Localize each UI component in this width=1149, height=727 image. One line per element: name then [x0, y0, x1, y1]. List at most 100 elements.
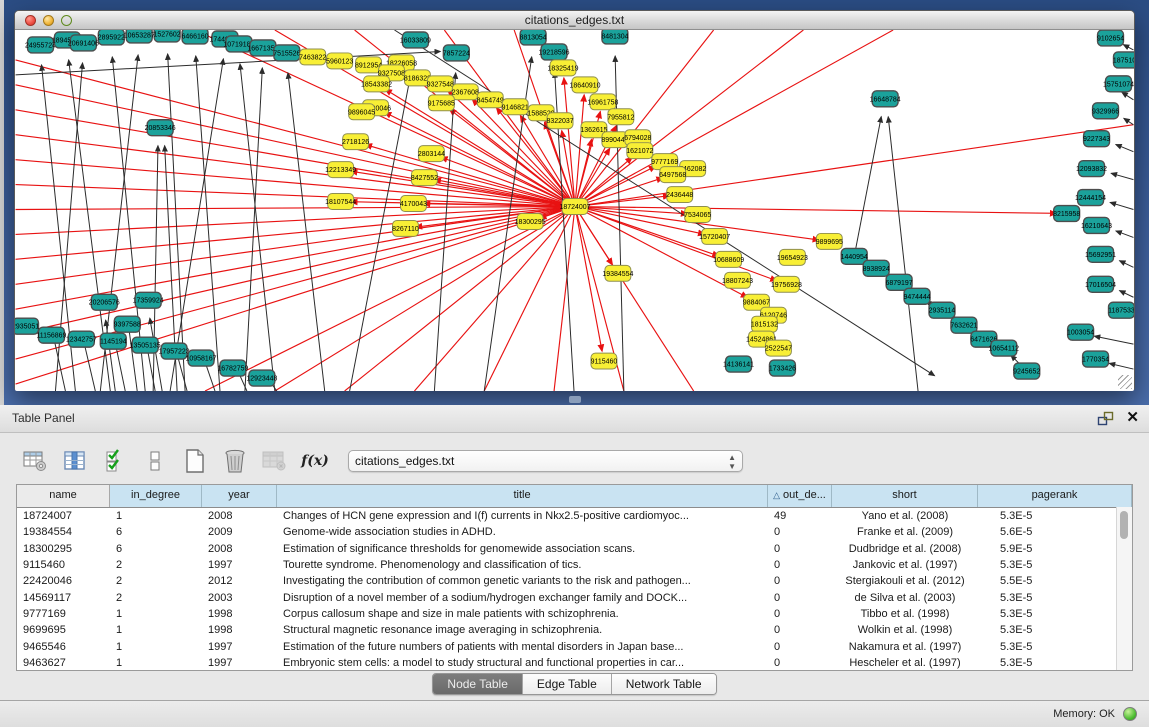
graph-node[interactable]: 20853346 [145, 120, 176, 136]
table-cell[interactable]: 18300295 [17, 543, 110, 555]
column-header-title[interactable]: title [277, 485, 768, 507]
table-row[interactable]: 969969511998Structural magnetic resonanc… [17, 622, 1132, 638]
new-file-icon[interactable] [180, 446, 210, 476]
graph-svg[interactable]: 2495572418945003206914062895922106532871… [15, 30, 1134, 391]
table-cell[interactable]: Franke et al. (2009) [832, 526, 978, 538]
graph-node[interactable]: 18543382 [361, 76, 392, 92]
table-cell[interactable]: Investigating the contribution of common… [277, 575, 768, 587]
graph-node[interactable]: 12093832 [1076, 161, 1107, 177]
table-cell[interactable]: 0 [768, 657, 832, 669]
column-header-pagerank[interactable]: pagerank [978, 485, 1132, 507]
graph-node[interactable]: 1621072 [626, 143, 653, 159]
graph-node[interactable]: 7463822 [299, 49, 326, 65]
table-cell[interactable]: Tourette syndrome. Phenomenology and cla… [277, 559, 768, 571]
column-header-name[interactable]: name [17, 485, 110, 507]
graph-node[interactable]: 18724007 [559, 199, 590, 215]
table-row[interactable]: 911546021997Tourette syndrome. Phenomeno… [17, 557, 1132, 573]
table-cell[interactable]: 9465546 [17, 641, 110, 653]
graph-node[interactable]: 8267110 [392, 220, 419, 236]
graph-node[interactable]: 7534065 [684, 207, 711, 223]
close-panel-icon[interactable]: ✕ [1126, 409, 1139, 427]
graph-node[interactable]: 2803144 [418, 146, 445, 162]
table-cell[interactable]: 0 [768, 592, 832, 604]
graph-node[interactable]: 8322037 [546, 113, 573, 129]
table-row[interactable]: 1830029562008Estimation of significance … [17, 541, 1132, 557]
select-all-icon[interactable] [100, 446, 130, 476]
graph-node[interactable]: 19218596 [539, 44, 570, 60]
graph-node[interactable]: 14136141 [723, 356, 754, 372]
graph-node[interactable]: 12444154 [1075, 190, 1106, 206]
table-cell[interactable]: Nakamura et al. (1997) [832, 641, 978, 653]
graph-nodes[interactable]: 2495572418945003206914062895922106532871… [15, 30, 1134, 386]
table-cell[interactable]: 2009 [202, 526, 277, 538]
graph-node[interactable]: 9245652 [1013, 363, 1040, 379]
table-cell[interactable]: 0 [768, 526, 832, 538]
table-cell[interactable]: 6 [110, 543, 202, 555]
table-cell[interactable]: 1 [110, 641, 202, 653]
table-cell[interactable]: 5.3E-5 [978, 559, 1132, 571]
table-scrollbar[interactable] [1116, 507, 1132, 670]
memory-ok-indicator-icon[interactable] [1123, 707, 1137, 721]
graph-node[interactable]: 19384554 [602, 265, 633, 281]
table-cell[interactable]: Genome-wide association studies in ADHD. [277, 526, 768, 538]
graph-node[interactable]: 9474444 [903, 288, 930, 304]
graph-node[interactable]: 8481304 [601, 30, 628, 44]
graph-node[interactable]: 9397588 [114, 316, 141, 332]
graph-node[interactable]: 10654112 [989, 340, 1020, 356]
graph-node[interactable]: 2718126 [342, 134, 369, 150]
network-canvas[interactable]: 2495572418945003206914062895922106532871… [15, 30, 1134, 391]
splitter-handle[interactable] [569, 396, 581, 403]
graph-node[interactable]: 4170043 [400, 196, 427, 212]
graph-node[interactable]: 1527602 [154, 30, 181, 42]
table-row[interactable]: 946554611997Estimation of the future num… [17, 638, 1132, 654]
table-cell[interactable]: 22420046 [17, 575, 110, 587]
table-cell[interactable]: 2012 [202, 575, 277, 587]
graph-node[interactable]: 9175685 [428, 95, 455, 111]
table-row[interactable]: 1938455462009Genome-wide association stu… [17, 524, 1132, 540]
graph-node[interactable]: 9329966 [1092, 103, 1119, 119]
graph-node[interactable]: 5960123 [326, 53, 353, 69]
graph-node[interactable]: 8813054 [520, 30, 547, 45]
graph-node[interactable]: 9327548 [427, 76, 454, 92]
graph-node[interactable]: 8215958 [1053, 206, 1080, 222]
graph-node[interactable]: 15751074 [1103, 76, 1134, 92]
table-cell[interactable]: 2 [110, 575, 202, 587]
table-cell[interactable]: 5.3E-5 [978, 510, 1132, 522]
column-header-short[interactable]: short [832, 485, 978, 507]
table-cell[interactable]: 5.3E-5 [978, 641, 1132, 653]
graph-node[interactable]: 7632621 [950, 317, 977, 333]
table-cell[interactable]: 1998 [202, 608, 277, 620]
graph-node[interactable]: 9146821 [502, 99, 529, 115]
table-cell[interactable]: 1 [110, 510, 202, 522]
graph-node[interactable]: 12923448 [246, 370, 277, 386]
graph-node[interactable]: 18325419 [548, 60, 579, 76]
graph-node[interactable]: 20206576 [89, 294, 120, 310]
column-header-in-degree[interactable]: in_degree [110, 485, 202, 507]
table-cell[interactable]: Yano et al. (2008) [832, 510, 978, 522]
table-row[interactable]: 1872400712008Changes of HCN gene express… [17, 508, 1132, 524]
graph-node[interactable]: 8427552 [411, 170, 438, 186]
tab-network-table[interactable]: Network Table [612, 674, 716, 694]
graph-node[interactable]: 2367608 [452, 84, 479, 100]
graph-node[interactable]: 2935114 [929, 302, 956, 318]
table-select-dropdown[interactable]: citations_edges.txt ▲▼ [348, 450, 743, 472]
graph-node[interactable]: 15692951 [1085, 246, 1116, 262]
table-cell[interactable]: 1 [110, 624, 202, 636]
graph-node[interactable]: 10958167 [186, 350, 217, 366]
graph-node[interactable]: 17359924 [133, 292, 164, 308]
graph-node[interactable]: 8454749 [477, 92, 504, 108]
graph-node[interactable]: 2522547 [765, 340, 792, 356]
table-cell[interactable]: Embryonic stem cells: a model to study s… [277, 657, 768, 669]
graph-node[interactable]: 6466160 [181, 30, 208, 44]
table-cell[interactable]: 1 [110, 657, 202, 669]
table-settings-icon[interactable] [20, 446, 50, 476]
table-cell[interactable]: 2003 [202, 592, 277, 604]
table-cell[interactable]: Tibbo et al. (1998) [832, 608, 978, 620]
graph-node[interactable]: 10688609 [713, 251, 744, 267]
table-cell[interactable]: 49 [768, 510, 832, 522]
resize-grip-icon[interactable] [1118, 375, 1132, 389]
graph-node[interactable]: 16648784 [870, 91, 901, 107]
graph-node[interactable]: 19654923 [777, 249, 808, 265]
column-header-year[interactable]: year [202, 485, 277, 507]
table-cell[interactable]: Estimation of the future numbers of pati… [277, 641, 768, 653]
